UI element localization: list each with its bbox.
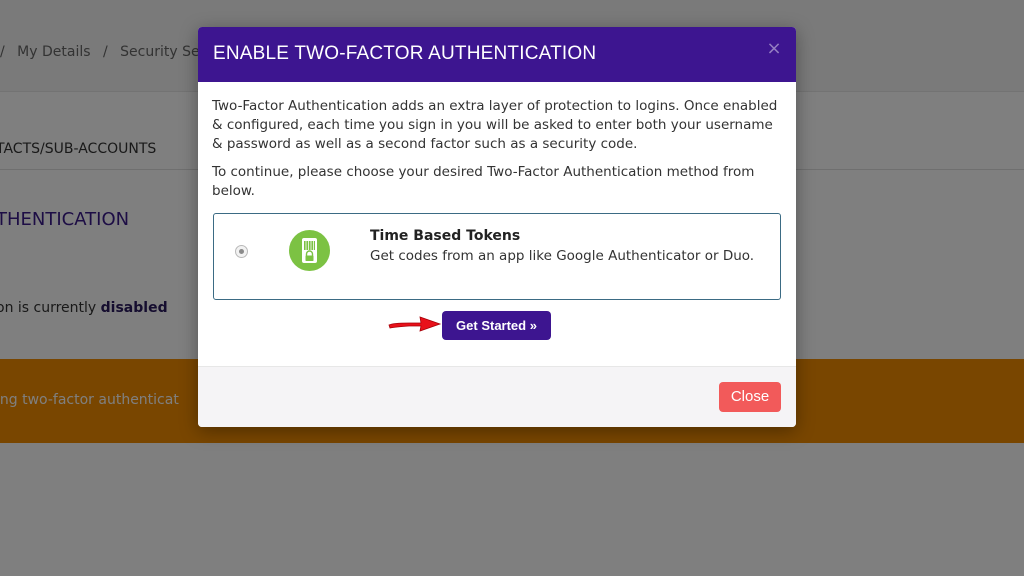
- get-started-button[interactable]: Get Started »: [442, 311, 551, 340]
- two-factor-modal: ENABLE TWO-FACTOR AUTHENTICATION × Two-F…: [198, 27, 796, 427]
- modal-footer: Close: [198, 366, 796, 427]
- modal-body: Two-Factor Authentication adds an extra …: [198, 82, 796, 366]
- modal-title: ENABLE TWO-FACTOR AUTHENTICATION: [213, 43, 597, 64]
- intro-text: Two-Factor Authentication adds an extra …: [212, 98, 778, 152]
- close-button[interactable]: Close: [719, 382, 781, 412]
- method-option-time-based-tokens[interactable]: Time Based Tokens Get codes from an app …: [213, 213, 781, 300]
- modal-header: ENABLE TWO-FACTOR AUTHENTICATION ×: [198, 27, 796, 82]
- phone-lock-icon: [289, 230, 330, 271]
- instruction-text: To continue, please choose your desired …: [212, 164, 755, 199]
- close-icon[interactable]: ×: [766, 40, 782, 58]
- red-arrow-icon: [388, 316, 442, 332]
- method-title: Time Based Tokens: [370, 228, 521, 244]
- method-description: Get codes from an app like Google Authen…: [370, 248, 755, 264]
- method-radio[interactable]: [235, 245, 248, 258]
